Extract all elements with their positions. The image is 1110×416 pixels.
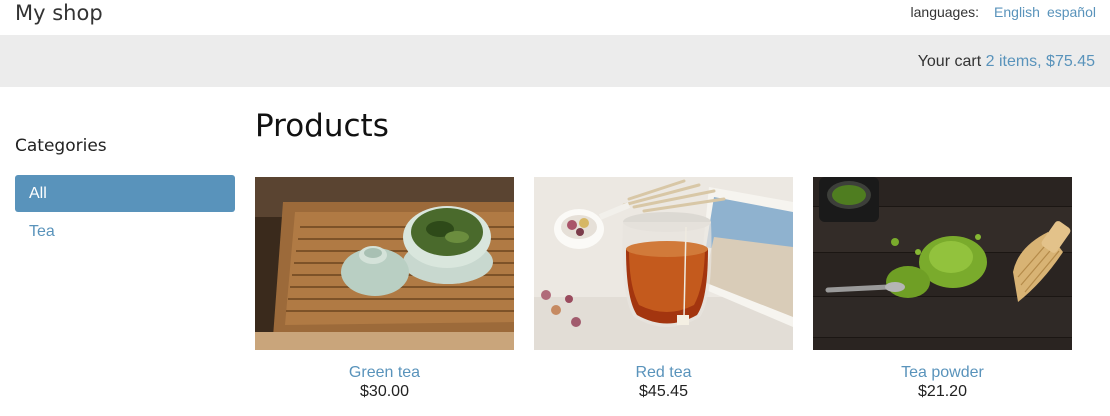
product-price: $30.00	[360, 383, 409, 400]
cart-link[interactable]: 2 items, $75.45	[986, 53, 1095, 70]
languages-label: languages:	[910, 4, 980, 20]
shop-logo[interactable]: My shop	[15, 0, 103, 26]
category-item-all[interactable]: All	[15, 175, 235, 212]
product-card: Red tea $45.45	[534, 177, 793, 401]
categories-heading: Categories	[15, 136, 107, 156]
product-price: $21.20	[918, 383, 967, 400]
product-card: Tea powder $21.20	[813, 177, 1072, 401]
product-image-green-tea[interactable]	[255, 177, 514, 350]
header: My shop languages: English español	[0, 0, 1110, 35]
sidebar: Categories All Tea	[15, 134, 235, 251]
cart-label: Your cart	[917, 53, 982, 70]
language-spanish-link[interactable]: español	[1047, 4, 1096, 20]
product-price: $45.45	[639, 383, 688, 400]
product-name-link[interactable]: Tea powder	[813, 363, 1072, 382]
category-item-tea[interactable]: Tea	[15, 213, 235, 250]
product-name-link[interactable]: Green tea	[255, 363, 514, 382]
main-content: Products Green tea $30.00 Red tea $45.45…	[255, 106, 1095, 400]
cart-bar: Your cart 2 items, $75.45	[0, 35, 1110, 87]
page-title: Products	[255, 108, 389, 144]
product-image-red-tea[interactable]	[534, 177, 793, 350]
cart-summary: Your cart 2 items, $75.45	[918, 52, 1095, 72]
category-list: All Tea	[15, 175, 235, 250]
product-card: Green tea $30.00	[255, 177, 514, 401]
product-image-tea-powder[interactable]	[813, 177, 1072, 350]
product-name-link[interactable]: Red tea	[534, 363, 793, 382]
language-english-link[interactable]: English	[994, 4, 1040, 20]
language-switcher: languages: English español	[911, 4, 1096, 20]
